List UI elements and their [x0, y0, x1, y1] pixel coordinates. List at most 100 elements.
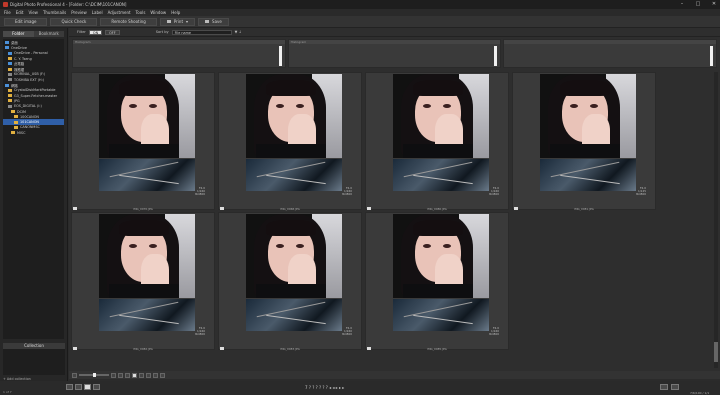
- histogram-panel: Histogram: [72, 39, 286, 68]
- histogram-label: [504, 40, 717, 44]
- zoom-in-button[interactable]: [111, 372, 116, 378]
- thumbnail-image-secondary: [540, 159, 636, 191]
- close-icon[interactable]: ✕: [710, 1, 718, 7]
- histogram-slider[interactable]: [710, 46, 714, 66]
- thumbnail-cell[interactable]: F4.0 1/160 ISO800 IMG_0070.JPG: [71, 72, 215, 211]
- thumbnail-image-secondary: [246, 159, 342, 191]
- thumbnail-cell[interactable]: F4.0 1/160 ISO800 IMG_0082.JPG: [71, 212, 215, 351]
- menu-thumbnails[interactable]: Thumbnails: [43, 10, 66, 15]
- folder-icon: [5, 46, 9, 50]
- print-button[interactable]: Print ▾: [159, 17, 196, 26]
- layout-strip-button[interactable]: [75, 384, 82, 390]
- histogram-label: Histogram: [288, 40, 501, 44]
- folder-icon: [11, 131, 15, 135]
- zoom-out-button[interactable]: [72, 372, 77, 378]
- view-small-button[interactable]: [118, 372, 123, 378]
- folder-icon: [8, 51, 12, 55]
- histogram-slider[interactable]: [494, 46, 498, 66]
- layout-single-button[interactable]: [84, 384, 91, 390]
- menu-tools[interactable]: Tools: [136, 10, 146, 15]
- histogram-slider[interactable]: [278, 46, 282, 66]
- settings-button[interactable]: [671, 384, 679, 390]
- zoom-slider[interactable]: [79, 373, 109, 377]
- thumbnail-filename: IMG_0082.JPG: [133, 347, 153, 351]
- status-right-buttons: [660, 384, 679, 390]
- main-toolbar: Edit image Quick Check Remote Shooting P…: [0, 16, 720, 28]
- tree-item[interactable]: MISC: [3, 130, 64, 135]
- folder-icon: [8, 88, 12, 92]
- thumbnail-image: [540, 74, 636, 158]
- exif-info: F4.0 1/160 ISO800: [342, 186, 352, 197]
- thumbnail-cell[interactable]: F4.0 1/160 ISO800 IMG_0080.JPG: [365, 72, 509, 211]
- thumbnail-image-secondary: [246, 299, 342, 331]
- scrollbar-thumb[interactable]: [714, 342, 718, 362]
- thumbnail-image-secondary: [393, 299, 489, 331]
- image-count: 7/6/100 / 1/1: [690, 391, 710, 395]
- status-bar: 1 of 7 7 ? ? ? ? ? ? ◂ ◂ ▸ ▸ ▸ 7/6/100 /…: [0, 381, 720, 395]
- quick-check-button[interactable]: Quick Check: [50, 17, 98, 26]
- sort-select[interactable]: File name: [171, 29, 232, 35]
- save-icon: [205, 20, 210, 23]
- menu-edit[interactable]: Edit: [16, 10, 24, 15]
- folder-icon: [5, 41, 9, 45]
- app-icon: [3, 2, 8, 7]
- view-details-button[interactable]: [146, 372, 151, 378]
- thumbnail-cell[interactable]: F4.0 1/160 ISO800 IMG_0085.JPG: [365, 212, 509, 351]
- histogram-panel: Histogram: [287, 39, 502, 68]
- thumbnail-filename: IMG_0083.JPG: [280, 347, 300, 351]
- folder-panel: Folder Bookmark 桌面 OneDrive OneDrive - Per…: [0, 28, 68, 383]
- view-list-button[interactable]: [139, 372, 144, 378]
- layout-grid-button[interactable]: [66, 384, 73, 390]
- view-large-button[interactable]: [132, 372, 137, 378]
- zoom-slider-knob[interactable]: [93, 373, 96, 377]
- menu-help[interactable]: Help: [171, 10, 180, 15]
- sort-order-button[interactable]: ▼ ↓: [235, 30, 242, 34]
- histogram-panel: [503, 39, 718, 68]
- filter-on-toggle[interactable]: ON: [88, 29, 103, 35]
- tree-item-label: 媒體櫃: [14, 67, 25, 72]
- rating-nav-controls[interactable]: 7 ? ? ? ? ? ? ◂ ◂ ▸ ▸ ▸: [305, 385, 344, 390]
- thumbnail-cell[interactable]: F4.0 1/160 ISO800 IMG_0083.JPG: [218, 212, 362, 351]
- title-bar: Digital Photo Professional 4 - [Folder: …: [0, 0, 720, 9]
- maximize-icon[interactable]: □: [694, 1, 702, 7]
- tab-bookmark[interactable]: Bookmark: [33, 31, 64, 37]
- thumbnail-image-secondary: [393, 159, 489, 191]
- tree-item-label: EOS_DIGITAL (I:): [14, 104, 42, 109]
- tab-folder[interactable]: Folder: [3, 31, 34, 37]
- filter-bar: Filter ON OFF Sort by File name ▼ ↓: [69, 28, 720, 37]
- thumbnail-cell[interactable]: F4.0 1/125 ISO800 IMG_0081.JPG: [512, 72, 656, 211]
- exif-iso: ISO800: [194, 192, 205, 197]
- filter-off-toggle[interactable]: OFF: [105, 29, 120, 35]
- fullscreen-button[interactable]: [660, 384, 668, 390]
- minimize-icon[interactable]: –: [678, 1, 686, 7]
- thumbnail-image: [246, 74, 342, 158]
- menu-view[interactable]: View: [28, 10, 38, 15]
- thumbnail-filename: IMG_0068.JPG: [280, 207, 300, 211]
- menu-file[interactable]: File: [4, 10, 11, 15]
- tree-item-label: DCIM: [17, 109, 26, 114]
- thumbnail-cell[interactable]: F4.0 1/160 ISO800 IMG_0068.JPG: [218, 72, 362, 211]
- view-compare-button[interactable]: [153, 372, 158, 378]
- remote-shooting-button[interactable]: Remote Shooting: [100, 17, 157, 26]
- menu-preview[interactable]: Preview: [71, 10, 87, 15]
- thumbnail-image: [246, 214, 342, 298]
- layout-compare-button[interactable]: [93, 384, 100, 390]
- vertical-scrollbar[interactable]: [714, 72, 718, 368]
- exif-iso: ISO800: [488, 332, 499, 337]
- tree-item-label: 此電腦: [14, 62, 25, 67]
- exif-info: F4.0 1/125 ISO800: [636, 186, 646, 197]
- chevron-down-icon[interactable]: ▾: [186, 19, 188, 24]
- menu-label[interactable]: Label: [92, 10, 103, 15]
- tree-item-label: CrystalDiskMarkPortable: [14, 88, 56, 93]
- menu-window[interactable]: Window: [150, 10, 166, 15]
- menu-adjustment[interactable]: Adjustment: [108, 10, 131, 15]
- edit-image-button[interactable]: Edit image: [4, 17, 48, 26]
- tree-item-label: CANONMSC: [20, 125, 40, 130]
- view-medium-button[interactable]: [125, 372, 130, 378]
- view-info-button[interactable]: [160, 372, 165, 378]
- window-title: Digital Photo Professional 4 - [Folder: …: [10, 2, 127, 7]
- thumbnail-toolbar: [69, 371, 720, 379]
- exif-iso: ISO800: [194, 332, 205, 337]
- thumbnail-image: [99, 74, 195, 158]
- save-button[interactable]: Save: [198, 17, 229, 26]
